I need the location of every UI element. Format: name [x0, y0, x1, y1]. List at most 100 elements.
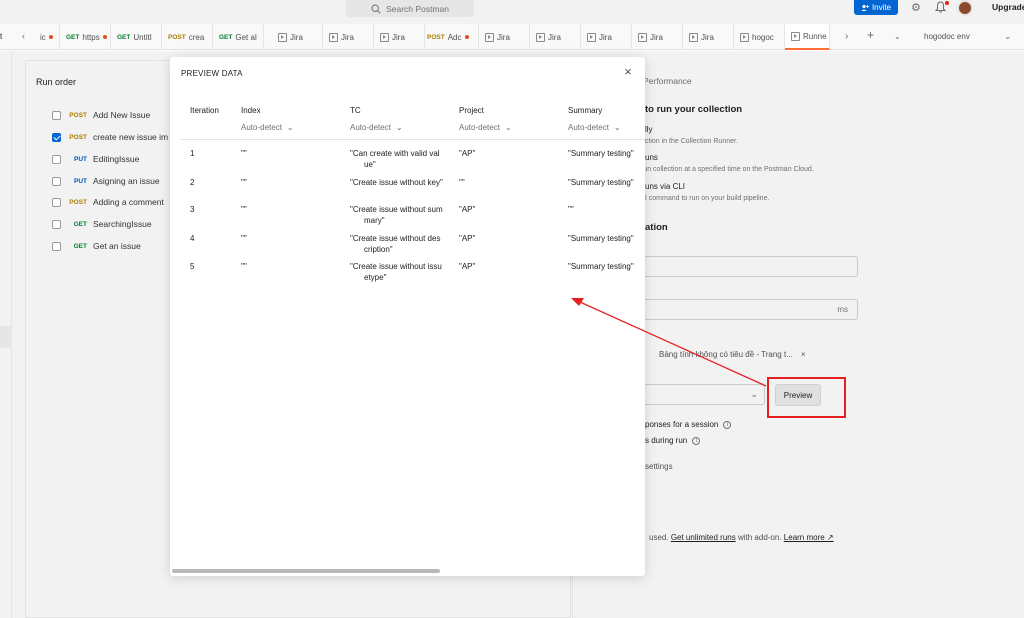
request-checkbox[interactable] [52, 241, 61, 251]
tab-label: Jira [290, 32, 303, 42]
invite-label: Invite [871, 3, 892, 12]
request-tab[interactable]: ic [34, 24, 60, 50]
tab-label: ic [40, 32, 46, 42]
request-checkbox[interactable] [52, 110, 61, 120]
cell-project: "AP" [459, 262, 476, 271]
schedule-runs-desc: run collection at a specified time on th… [641, 166, 814, 173]
cell-index: "" [241, 178, 247, 187]
method-badge: GET [73, 220, 87, 228]
run-order-item[interactable]: PUT Asigning an issue [52, 174, 160, 188]
runner-tab[interactable]: Jira [581, 24, 632, 50]
tab-label: Jira [548, 32, 561, 42]
data-file-name: Bảng tính không có tiêu đề - Trang t... [659, 350, 793, 359]
column-type-select[interactable]: Auto-detect ⌄ [241, 123, 294, 132]
user-avatar[interactable] [957, 0, 973, 16]
collection-tab[interactable]: hogoc [734, 24, 785, 50]
info-icon[interactable]: i [692, 436, 701, 445]
run-order-item[interactable]: GET SearchingIssue [52, 217, 152, 231]
request-tab[interactable]: POST Adc [421, 24, 479, 50]
file-type-select[interactable]: ⌄ [639, 384, 765, 405]
environment-selector[interactable]: hogodoc env [924, 32, 970, 41]
column-type-label: Auto-detect [568, 123, 609, 132]
run-order-item[interactable]: POST create new issue im [52, 130, 168, 144]
upgrade-button[interactable]: Upgrade [992, 2, 1024, 12]
chevron-left-icon[interactable]: ‹ [22, 31, 25, 41]
delay-input[interactable]: ms [639, 299, 858, 320]
tab-label: https [82, 32, 100, 42]
runner-icon [329, 32, 338, 42]
remove-file-icon[interactable]: × [801, 350, 806, 359]
request-tab[interactable]: GET https [60, 24, 111, 50]
request-name: Adding a comment [93, 197, 164, 207]
settings-gear-icon[interactable]: ⚙ [911, 1, 921, 14]
learn-more-link[interactable]: Learn more ↗ [784, 533, 834, 542]
chevron-down-icon: ⌄ [395, 123, 403, 132]
run-order-item[interactable]: POST Add New Issue [52, 108, 150, 122]
cell-iteration: 4 [190, 234, 195, 243]
chevron-down-icon: ⌄ [286, 123, 294, 132]
invite-button[interactable]: Invite [854, 0, 898, 15]
cell-project: "AP" [459, 149, 476, 158]
cell-project: "AP" [459, 205, 476, 214]
runner-icon [689, 32, 698, 42]
cell-tc-line2: ue" [364, 160, 376, 169]
tab-label: Jira [497, 32, 510, 42]
user-plus-icon [861, 4, 869, 11]
tab-performance[interactable]: Performance [643, 76, 692, 86]
runner-icon [485, 32, 494, 42]
runner-tab[interactable]: Jira [374, 24, 425, 50]
runner-tab[interactable]: Jira [272, 24, 323, 50]
runner-tab[interactable]: Jira [479, 24, 530, 50]
close-icon[interactable]: × [621, 65, 635, 79]
runner-tab-active[interactable]: Runne [785, 24, 830, 50]
request-tab[interactable]: POST crea [162, 24, 213, 50]
schedule-runs-title[interactable]: uns [645, 153, 658, 162]
info-icon[interactable]: i [723, 420, 732, 429]
runner-tab[interactable]: Jira [530, 24, 581, 50]
cell-summary: "Summary testing" [568, 149, 634, 158]
cell-iteration: 5 [190, 262, 195, 271]
run-order-item[interactable]: GET Get an issue [52, 239, 141, 253]
global-search[interactable]: Search Postman [346, 0, 474, 17]
run-order-item[interactable]: PUT EditingIssue [52, 152, 139, 166]
delay-unit: ms [837, 305, 848, 314]
column-type-select[interactable]: Auto-detect ⌄ [568, 123, 621, 132]
notification-dot [945, 1, 949, 5]
request-tab[interactable]: GET Get al [213, 24, 264, 50]
runner-tab[interactable]: Jira [632, 24, 683, 50]
cell-summary: "Summary testing" [568, 178, 634, 187]
cell-summary: "Summary testing" [568, 262, 634, 271]
advanced-settings-toggle[interactable]: settings [645, 462, 673, 471]
unsaved-dot [464, 35, 469, 39]
cell-index: "" [241, 205, 247, 214]
runner-tab[interactable]: Jira [323, 24, 374, 50]
persist-responses-label[interactable]: ponses for a session i [645, 420, 732, 429]
request-tab[interactable]: GET Untitl [111, 24, 162, 50]
cell-summary: "Summary testing" [568, 234, 634, 243]
unlimited-runs-link[interactable]: Get unlimited runs [671, 533, 736, 542]
cell-index: "" [241, 149, 247, 158]
request-checkbox[interactable] [52, 197, 61, 207]
column-type-select[interactable]: Auto-detect ⌄ [350, 123, 403, 132]
method-badge: POST [69, 133, 87, 141]
request-checkbox[interactable] [52, 154, 61, 164]
new-tab-plus-icon[interactable]: + [867, 28, 874, 42]
request-checkbox[interactable] [52, 132, 61, 142]
cli-runs-title[interactable]: uns via CLI [645, 182, 685, 191]
runner-tab[interactable]: Jira [683, 24, 734, 50]
cell-index: "" [241, 234, 247, 243]
tab-list-chevron-down-icon[interactable]: ⌄ [894, 32, 901, 41]
iterations-input[interactable] [639, 256, 858, 277]
turn-off-logs-label[interactable]: s during run i [645, 436, 701, 445]
request-checkbox[interactable] [52, 219, 61, 229]
request-checkbox[interactable] [52, 176, 61, 186]
run-manually-title[interactable]: lly [645, 125, 653, 134]
chevron-right-icon[interactable]: › [845, 31, 848, 42]
runner-icon [638, 32, 647, 42]
cell-iteration: 2 [190, 178, 195, 187]
environment-chevron-down-icon[interactable]: ⌄ [1004, 31, 1012, 42]
run-order-item[interactable]: POST Adding a comment [52, 195, 164, 209]
column-type-select[interactable]: Auto-detect ⌄ [459, 123, 512, 132]
tabbar-edge-text: t [0, 32, 3, 41]
horizontal-scrollbar[interactable] [172, 569, 440, 573]
